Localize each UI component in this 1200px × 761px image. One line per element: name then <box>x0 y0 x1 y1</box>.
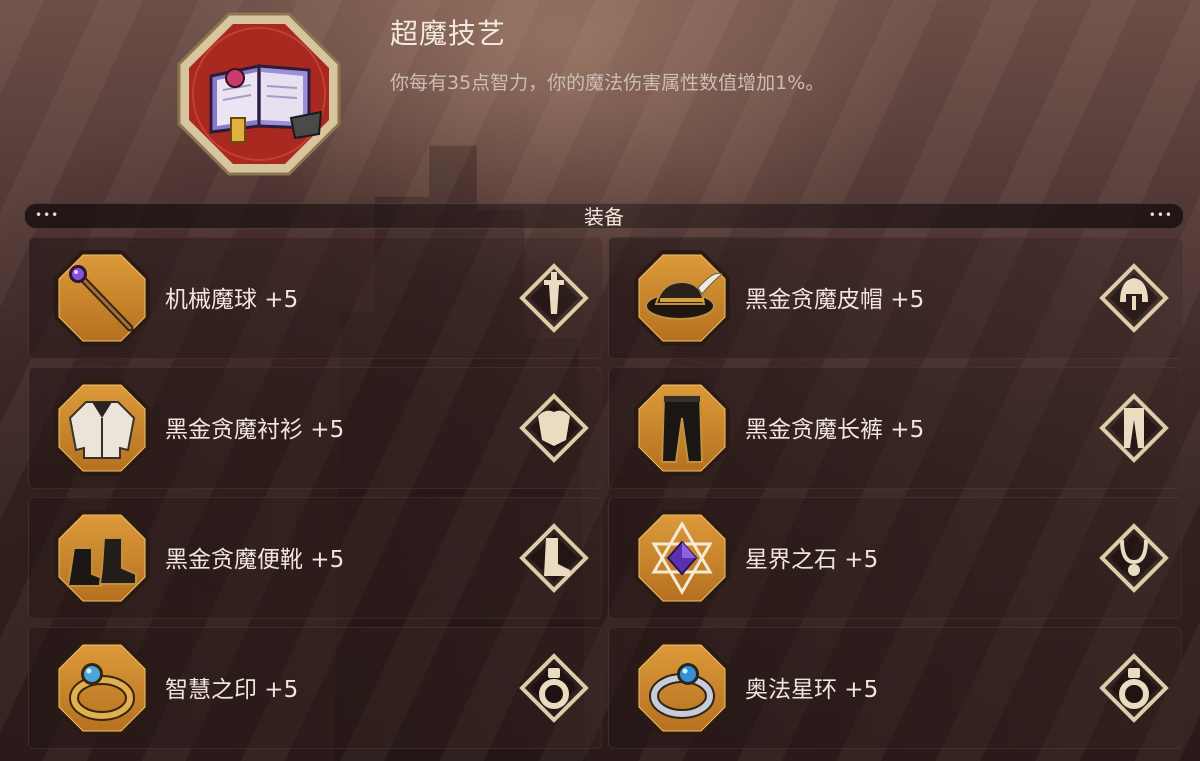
silver-ring-icon <box>634 640 730 736</box>
star-gem-icon <box>634 510 730 606</box>
shirt-icon <box>54 380 150 476</box>
item-name: 智慧之印 +5 <box>165 677 299 703</box>
boots-slot-icon <box>519 523 589 593</box>
equipment-card-pants[interactable]: 黑金贪魔长裤 +5 <box>608 367 1182 489</box>
equipment-card-gold-ring[interactable]: 智慧之印 +5 <box>28 627 602 749</box>
equipment-section-title: 装备 <box>584 205 624 229</box>
skill-title: 超魔技艺 <box>390 17 507 50</box>
skill-description: 你每有35点智力，你的魔法伤害属性数值增加1%。 <box>390 72 825 94</box>
spellbook-icon <box>177 12 341 176</box>
equipment-card-silver-ring[interactable]: 奥法星环 +5 <box>608 627 1182 749</box>
equipment-card-boots[interactable]: 黑金贪魔便靴 +5 <box>28 497 602 619</box>
equipment-section-header: ••• 装备 ••• <box>24 203 1184 229</box>
amulet-slot-icon <box>1099 523 1169 593</box>
feathered-hat-icon <box>634 250 730 346</box>
boots-icon <box>54 510 150 606</box>
equipment-card-star-gem[interactable]: 星界之石 +5 <box>608 497 1182 619</box>
gold-ring-icon <box>54 640 150 736</box>
item-name: 黑金贪魔皮帽 +5 <box>745 287 925 313</box>
staff-icon <box>54 250 150 346</box>
equipment-card-shirt[interactable]: 黑金贪魔衬衫 +5 <box>28 367 602 489</box>
item-name: 黑金贪魔长裤 +5 <box>745 417 925 443</box>
ring-slot-icon <box>519 653 589 723</box>
item-name: 黑金贪魔衬衫 +5 <box>165 417 345 443</box>
item-name: 黑金贪魔便靴 +5 <box>165 547 345 573</box>
decorative-dots-right: ••• <box>1148 208 1173 222</box>
item-name: 奥法星环 +5 <box>745 677 879 703</box>
equipment-card-hat[interactable]: 黑金贪魔皮帽 +5 <box>608 237 1182 359</box>
item-name: 机械魔球 +5 <box>165 287 299 313</box>
legs-slot-icon <box>1099 393 1169 463</box>
chest-slot-icon <box>519 393 589 463</box>
item-name: 星界之石 +5 <box>745 547 879 573</box>
equipment-card-staff[interactable]: 机械魔球 +5 <box>28 237 602 359</box>
pants-icon <box>634 380 730 476</box>
weapon-slot-icon <box>519 263 589 333</box>
ring-slot-icon <box>1099 653 1169 723</box>
helmet-slot-icon <box>1099 263 1169 333</box>
